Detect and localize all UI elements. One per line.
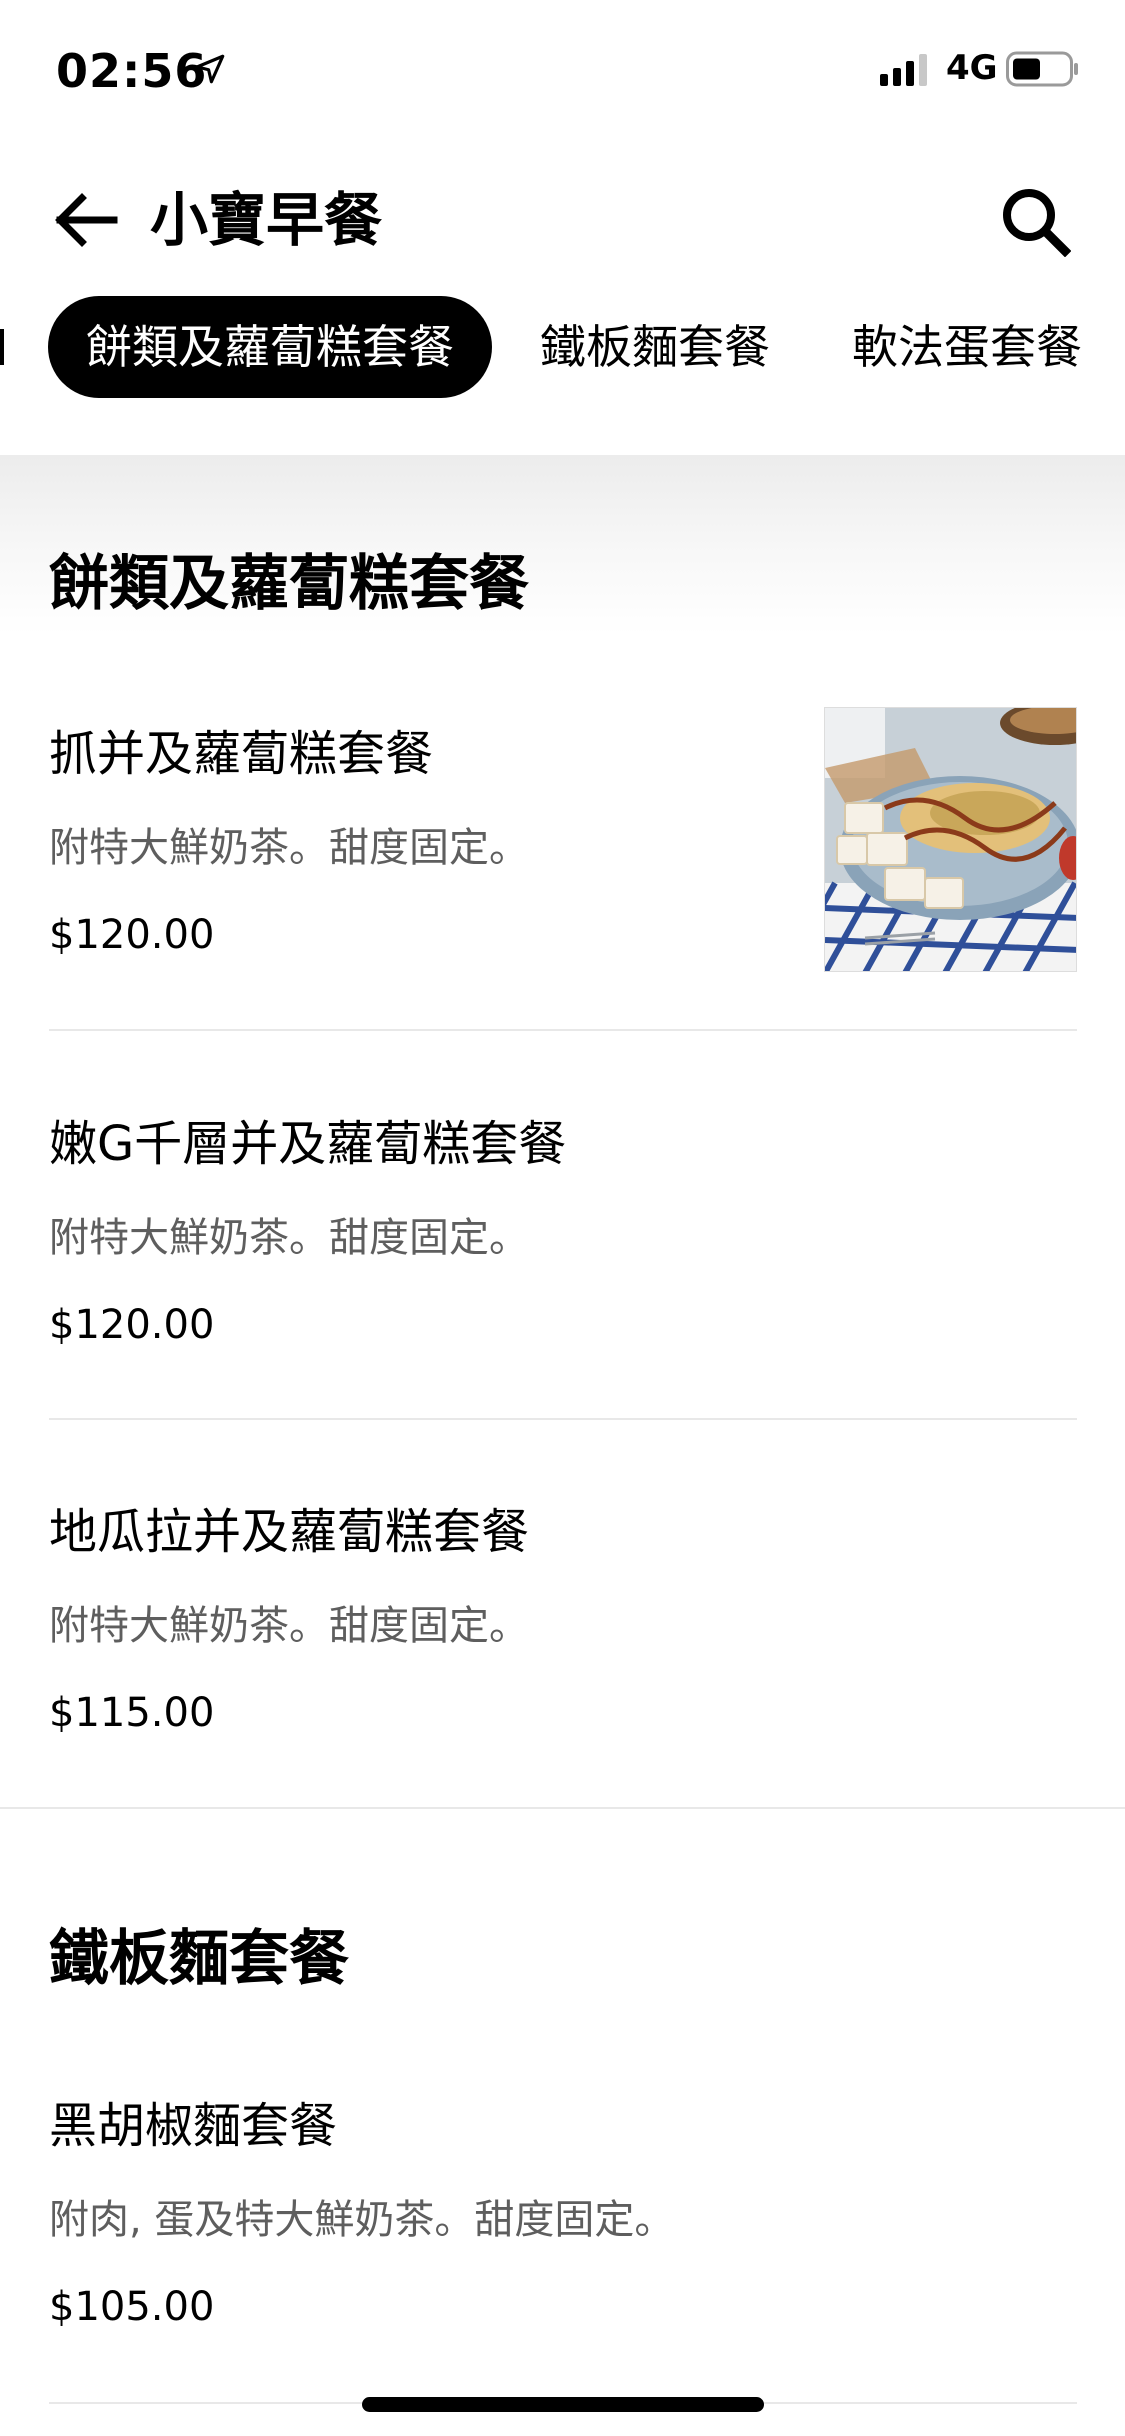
- category-tabs: 餅類及蘿蔔糕套餐 鐵板麵套餐 軟法蛋套餐: [0, 290, 1125, 410]
- section-divider: [0, 1807, 1125, 1809]
- section-title: 餅類及蘿蔔糕套餐: [49, 549, 529, 619]
- menu-item[interactable]: 地瓜拉并及蘿蔔糕套餐 附特大鮮奶茶。甜度固定。 $115.00: [0, 1478, 1125, 1808]
- divider: [49, 1418, 1077, 1420]
- status-bar: 02:56 4G: [0, 0, 1125, 140]
- tab-baguette-egg[interactable]: 軟法蛋套餐: [852, 296, 1082, 398]
- food-photo-image: [825, 708, 1076, 971]
- search-icon: [1003, 189, 1071, 257]
- cellular-signal-icon: [880, 54, 927, 86]
- location-arrow-icon: [195, 54, 225, 84]
- menu-item[interactable]: 抓并及蘿蔔糕套餐 附特大鮮奶茶。甜度固定。 $120.00: [0, 700, 1125, 1030]
- home-indicator[interactable]: [362, 2397, 764, 2412]
- menu-item-description: 附特大鮮奶茶。甜度固定。: [49, 1603, 529, 1649]
- page-title: 小寶早餐: [150, 186, 383, 254]
- menu-item-price: $120.00: [49, 1302, 215, 1348]
- menu-item-name: 嫩G千層并及蘿蔔糕套餐: [49, 1116, 567, 1172]
- status-time: 02:56: [56, 44, 208, 98]
- menu-item-price: $105.00: [49, 2284, 215, 2330]
- menu-item-photo: [824, 707, 1077, 972]
- back-button[interactable]: [40, 180, 130, 260]
- menu-item-description: 附特大鮮奶茶。甜度固定。: [49, 1215, 529, 1261]
- tab-partial-previous[interactable]: [0, 296, 11, 398]
- menu-item-name: 黑胡椒麵套餐: [49, 2098, 338, 2154]
- divider: [49, 1029, 1077, 1031]
- menu-item-description: 附特大鮮奶茶。甜度固定。: [49, 825, 529, 871]
- header: 小寶早餐: [0, 150, 1125, 290]
- menu-item-price: $115.00: [49, 1690, 215, 1736]
- tab-teppan-noodle[interactable]: 鐵板麵套餐: [540, 296, 770, 398]
- battery-icon: [1006, 51, 1078, 87]
- menu-item-name: 抓并及蘿蔔糕套餐: [49, 726, 434, 782]
- menu-item-name: 地瓜拉并及蘿蔔糕套餐: [49, 1504, 530, 1560]
- partial-tab-glyph: [0, 329, 4, 365]
- menu-item[interactable]: 嫩G千層并及蘿蔔糕套餐 附特大鮮奶茶。甜度固定。 $120.00: [0, 1090, 1125, 1420]
- arrow-left-icon: [55, 193, 118, 247]
- menu-item[interactable]: 黑胡椒麵套餐 附肉, 蛋及特大鮮奶茶。甜度固定。 $105.00: [0, 2072, 1125, 2402]
- menu-item-description: 附肉, 蛋及特大鮮奶茶。甜度固定。: [49, 2197, 675, 2243]
- section-title: 鐵板麵套餐: [49, 1924, 349, 1994]
- search-button[interactable]: [990, 176, 1080, 266]
- menu-item-price: $120.00: [49, 912, 215, 958]
- network-type: 4G: [946, 48, 998, 88]
- tab-crepe-radish-cake[interactable]: 餅類及蘿蔔糕套餐: [48, 296, 492, 398]
